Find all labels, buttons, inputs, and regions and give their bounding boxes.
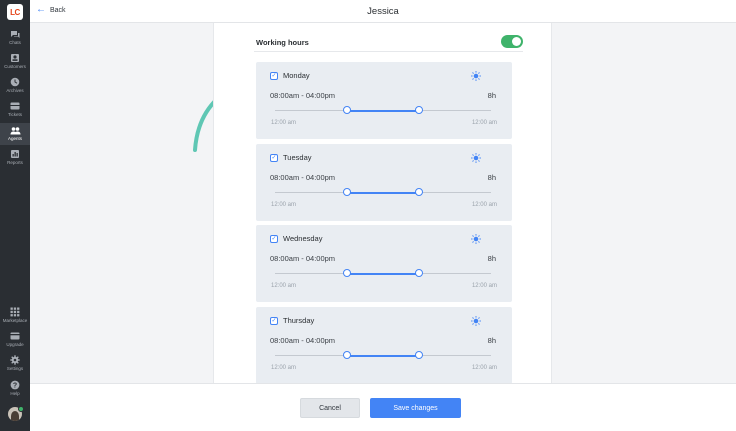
footer-bar: Cancel Save changes <box>30 383 736 431</box>
slider-start-handle[interactable] <box>343 188 351 196</box>
card-icon <box>10 331 21 341</box>
day-name: Wednesday <box>283 234 323 243</box>
hours-duration: 8h <box>487 173 496 182</box>
logo-text: LC <box>10 7 20 17</box>
grid-icon <box>10 307 21 317</box>
day-name: Thursday <box>283 316 315 325</box>
agents-icon <box>10 125 21 135</box>
day-name: Tuesday <box>283 153 312 162</box>
nav-label: Help <box>10 391 20 396</box>
slider-range <box>347 191 419 194</box>
nav-label: Chats <box>9 40 21 45</box>
svg-text:?: ? <box>13 383 17 390</box>
slider-start-label: 12:00 am <box>271 120 297 126</box>
nav-item-tickets[interactable]: Tickets <box>0 99 30 121</box>
slider-end-label: 12:00 am <box>471 365 497 371</box>
left-nav: LC Chats Customers Archives Tickets Agen… <box>0 0 30 431</box>
slider-end-label: 12:00 am <box>471 202 497 208</box>
status-dot <box>18 406 24 412</box>
slider-start-handle[interactable] <box>343 351 351 359</box>
hours-range: 08:00am - 04:00pm <box>270 254 336 263</box>
page-title: Jessica <box>367 6 399 17</box>
working-hours-panel: Working hours ✓ Monday 08:00am - 04:00pm… <box>213 23 552 383</box>
slider-range <box>347 354 419 357</box>
nav-label: Upgrade <box>6 342 24 347</box>
hours-duration: 8h <box>487 336 496 345</box>
nav-item-reports[interactable]: Reports <box>0 147 30 169</box>
moon-icon[interactable] <box>486 316 494 326</box>
nav-item-chats[interactable]: Chats <box>0 27 30 49</box>
day-name: Monday <box>283 71 310 80</box>
save-changes-button[interactable]: Save changes <box>370 398 461 418</box>
moon-icon[interactable] <box>486 153 494 163</box>
slider-end-label: 12:00 am <box>471 120 497 126</box>
day-card-wednesday: ✓ Wednesday 08:00am - 04:00pm 8h 12:00 a… <box>256 225 512 302</box>
day-checkbox[interactable]: ✓ <box>270 235 278 243</box>
nav-label: Reports <box>7 160 23 165</box>
slider-start-handle[interactable] <box>343 269 351 277</box>
slider-start-label: 12:00 am <box>271 202 297 208</box>
nav-label: Marketplace <box>2 318 28 323</box>
customers-icon <box>10 53 21 63</box>
hours-range: 08:00am - 04:00pm <box>270 173 336 182</box>
day-card-thursday: ✓ Thursday 08:00am - 04:00pm 8h 12:00 am… <box>256 307 512 383</box>
nav-label: Customers <box>4 64 26 69</box>
nav-item-marketplace[interactable]: Marketplace <box>0 305 30 327</box>
nav-item-archives[interactable]: Archives <box>0 75 30 97</box>
hours-range: 08:00am - 04:00pm <box>270 91 336 100</box>
nav-label: Tickets <box>7 112 23 117</box>
help-icon: ? <box>10 380 21 390</box>
working-hours-label: Working hours <box>256 38 309 47</box>
hours-duration: 8h <box>487 91 496 100</box>
day-card-monday: ✓ Monday 08:00am - 04:00pm 8h 12:00 am 1… <box>256 62 512 139</box>
nav-label: Agents <box>7 136 22 141</box>
check-icon: ✓ <box>271 318 277 324</box>
day-card-tuesday: ✓ Tuesday 08:00am - 04:00pm 8h 12:00 am … <box>256 144 512 221</box>
slider-range <box>347 272 419 275</box>
sun-icon[interactable] <box>471 71 481 81</box>
nav-item-help[interactable]: ? Help <box>0 378 30 400</box>
divider <box>254 51 523 52</box>
archives-icon <box>10 77 21 87</box>
slider-end-handle[interactable] <box>415 351 423 359</box>
app-logo[interactable]: LC <box>7 4 23 20</box>
nav-item-agents[interactable]: Agents <box>0 123 30 145</box>
cancel-button[interactable]: Cancel <box>300 398 360 418</box>
chat-icon <box>10 29 21 39</box>
working-hours-toggle[interactable] <box>501 35 523 48</box>
slider-start-label: 12:00 am <box>271 365 297 371</box>
sun-icon[interactable] <box>471 316 481 326</box>
day-checkbox[interactable]: ✓ <box>270 154 278 162</box>
nav-label: Settings <box>6 366 24 371</box>
hours-duration: 8h <box>487 254 496 263</box>
slider-end-handle[interactable] <box>415 269 423 277</box>
gear-icon <box>10 355 21 365</box>
nav-label: Archives <box>6 88 24 93</box>
moon-icon[interactable] <box>486 71 494 81</box>
moon-icon[interactable] <box>486 234 494 244</box>
reports-icon <box>10 149 21 159</box>
sun-icon[interactable] <box>471 234 481 244</box>
nav-item-upgrade[interactable]: Upgrade <box>0 329 30 351</box>
check-icon: ✓ <box>271 236 277 242</box>
toggle-knob <box>512 37 521 46</box>
slider-start-handle[interactable] <box>343 106 351 114</box>
slider-range <box>347 109 419 112</box>
day-checkbox[interactable]: ✓ <box>270 317 278 325</box>
tickets-icon <box>10 101 21 111</box>
slider-end-handle[interactable] <box>415 188 423 196</box>
check-icon: ✓ <box>271 155 277 161</box>
hours-range: 08:00am - 04:00pm <box>270 336 336 345</box>
check-icon: ✓ <box>271 73 277 79</box>
sun-icon[interactable] <box>471 153 481 163</box>
slider-start-label: 12:00 am <box>271 283 297 289</box>
top-header: ← Back Jessica <box>30 0 736 23</box>
nav-item-customers[interactable]: Customers <box>0 51 30 73</box>
day-checkbox[interactable]: ✓ <box>270 72 278 80</box>
slider-end-label: 12:00 am <box>471 283 497 289</box>
nav-item-settings[interactable]: Settings <box>0 353 30 375</box>
slider-end-handle[interactable] <box>415 106 423 114</box>
